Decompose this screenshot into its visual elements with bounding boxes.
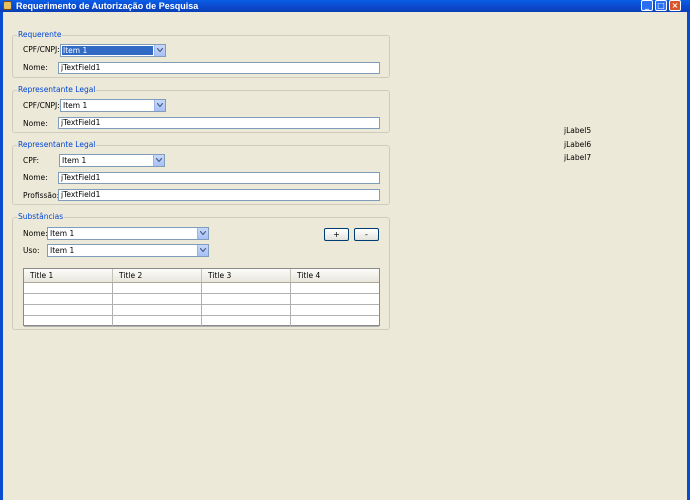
representante1-nome-field[interactable]: jTextField1 bbox=[58, 117, 380, 129]
chevron-down-icon[interactable] bbox=[153, 155, 164, 166]
representante2-profissao-field[interactable]: jTextField1 bbox=[58, 189, 380, 201]
table-cell[interactable] bbox=[24, 316, 113, 326]
table-column-header[interactable]: Title 1 bbox=[24, 269, 113, 282]
representante2-profissao-label: Profissão: bbox=[23, 191, 60, 200]
maximize-button[interactable]: □ bbox=[655, 0, 667, 11]
substancias-nome-label: Nome: bbox=[23, 229, 48, 238]
representante1-cpf-combo[interactable]: Item 1 bbox=[60, 99, 166, 112]
table-row[interactable] bbox=[24, 294, 379, 305]
jlabel6: jLabel6 bbox=[564, 140, 592, 149]
substancias-nome-combo[interactable]: Item 1 bbox=[47, 227, 209, 240]
table-cell[interactable] bbox=[291, 283, 379, 293]
representante2-title: Representante Legal bbox=[17, 140, 97, 150]
requerente-nome-label: Nome: bbox=[23, 63, 48, 72]
chevron-down-icon[interactable] bbox=[154, 100, 165, 111]
representante1-nome-label: Nome: bbox=[23, 119, 48, 128]
table-row[interactable] bbox=[24, 305, 379, 316]
representante2-cpf-value: Item 1 bbox=[62, 156, 87, 165]
close-button[interactable]: × bbox=[669, 0, 681, 11]
table-cell[interactable] bbox=[202, 316, 291, 326]
close-icon: × bbox=[671, 1, 679, 10]
table-cell[interactable] bbox=[202, 283, 291, 293]
requerente-cpf-value: Item 1 bbox=[62, 46, 153, 55]
chevron-down-icon[interactable] bbox=[197, 228, 208, 239]
table-column-header[interactable]: Title 2 bbox=[113, 269, 202, 282]
representante2-nome-field[interactable]: jTextField1 bbox=[58, 172, 380, 184]
maximize-icon: □ bbox=[657, 1, 665, 10]
representante2-cpf-combo[interactable]: Item 1 bbox=[59, 154, 165, 167]
table-row[interactable] bbox=[24, 316, 379, 327]
jlabel5: jLabel5 bbox=[564, 126, 592, 135]
table-cell[interactable] bbox=[291, 305, 379, 315]
java-app-icon bbox=[3, 1, 12, 10]
table-row[interactable] bbox=[24, 283, 379, 294]
minimize-button[interactable]: _ bbox=[641, 0, 653, 11]
substancias-uso-value: Item 1 bbox=[50, 246, 75, 255]
requerente-nome-field[interactable]: jTextField1 bbox=[58, 62, 380, 74]
substancias-table[interactable]: Title 1 Title 2 Title 3 Title 4 bbox=[23, 268, 380, 327]
substancias-uso-combo[interactable]: Item 1 bbox=[47, 244, 209, 257]
table-cell[interactable] bbox=[202, 305, 291, 315]
table-cell[interactable] bbox=[24, 283, 113, 293]
substancias-nome-value: Item 1 bbox=[50, 229, 75, 238]
table-cell[interactable] bbox=[113, 283, 202, 293]
table-cell[interactable] bbox=[113, 294, 202, 304]
chevron-down-icon[interactable] bbox=[197, 245, 208, 256]
table-cell[interactable] bbox=[24, 294, 113, 304]
table-header: Title 1 Title 2 Title 3 Title 4 bbox=[24, 269, 379, 283]
window-title: Requerimento de Autorização de Pesquisa bbox=[16, 1, 199, 11]
substancias-title: Substâncias bbox=[17, 212, 65, 222]
title-bar[interactable]: Requerimento de Autorização de Pesquisa … bbox=[0, 0, 690, 12]
representante1-title: Representante Legal bbox=[17, 85, 97, 95]
chevron-down-icon[interactable] bbox=[154, 45, 165, 56]
table-cell[interactable] bbox=[113, 305, 202, 315]
table-cell[interactable] bbox=[113, 316, 202, 326]
minimize-icon: _ bbox=[645, 1, 649, 10]
table-cell[interactable] bbox=[291, 316, 379, 326]
requerente-cpf-combo[interactable]: Item 1 bbox=[60, 44, 166, 57]
add-substancia-button[interactable]: + bbox=[324, 228, 349, 241]
table-cell[interactable] bbox=[202, 294, 291, 304]
representante1-cpf-value: Item 1 bbox=[63, 101, 88, 110]
requerente-title: Requerente bbox=[17, 30, 63, 40]
substancias-uso-label: Uso: bbox=[23, 246, 40, 255]
table-cell[interactable] bbox=[24, 305, 113, 315]
requerente-cpf-label: CPF/CNPJ: bbox=[23, 45, 60, 54]
table-column-header[interactable]: Title 4 bbox=[291, 269, 379, 282]
representante2-cpf-label: CPF: bbox=[23, 156, 40, 165]
table-cell[interactable] bbox=[291, 294, 379, 304]
jlabel7: jLabel7 bbox=[564, 153, 592, 162]
representante2-nome-label: Nome: bbox=[23, 173, 48, 182]
remove-substancia-button[interactable]: - bbox=[354, 228, 379, 241]
representante1-cpf-label: CPF/CNPJ: bbox=[23, 101, 60, 110]
table-column-header[interactable]: Title 3 bbox=[202, 269, 291, 282]
